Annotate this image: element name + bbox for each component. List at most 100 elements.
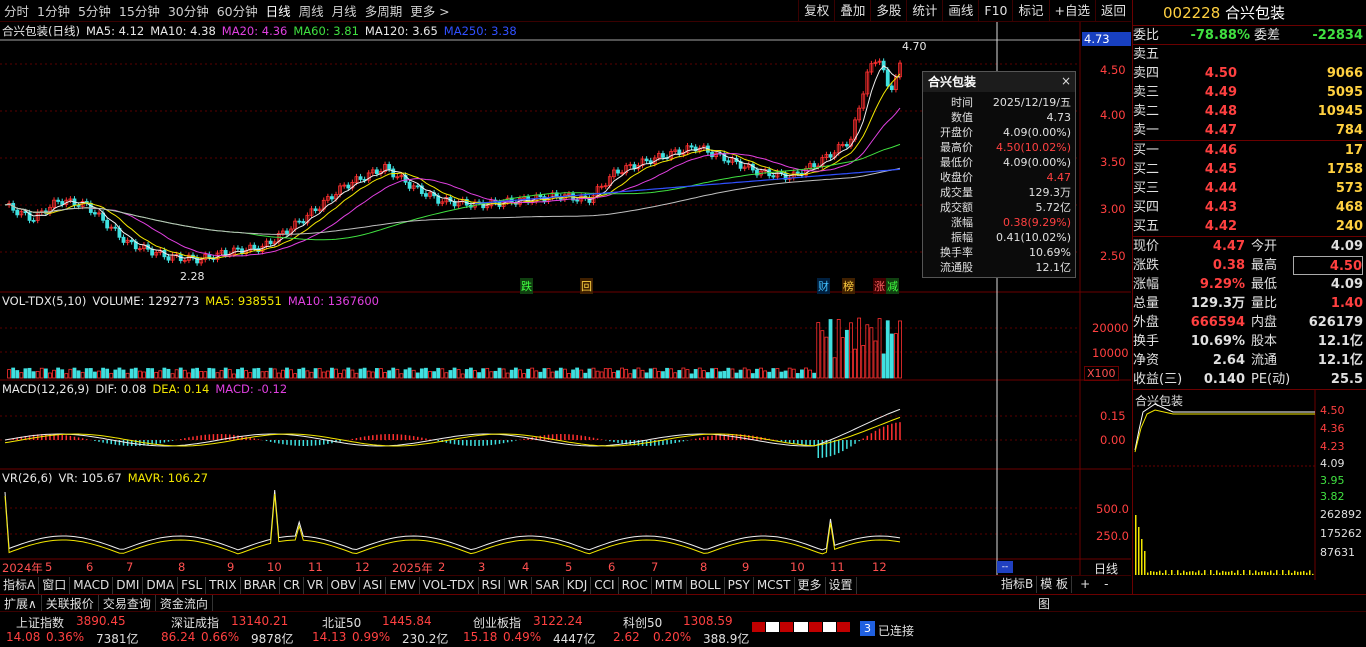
indicator-tab[interactable]: EMV (386, 576, 420, 594)
indicator-tab[interactable]: DMA (143, 576, 179, 594)
indicator-tab[interactable]: OBV (328, 576, 361, 594)
event-tag[interactable]: 回 (580, 278, 593, 294)
indicator-b-tab[interactable]: 指标B (998, 576, 1038, 593)
date-axis-label: 3 (478, 560, 486, 574)
indicator-tab[interactable]: ROC (619, 576, 652, 594)
event-tag[interactable]: 跌 (520, 278, 533, 294)
mini-volume-bar (1228, 571, 1230, 575)
volume-bar (583, 372, 588, 379)
indicator-tab[interactable]: TRIX (206, 576, 241, 594)
event-tag[interactable]: 财 (817, 278, 830, 294)
bid-level-row[interactable]: 买五 4.42 240 (1133, 217, 1366, 236)
event-tag[interactable]: 榜 (842, 278, 855, 294)
stats-button[interactable]: 统计 (906, 0, 942, 22)
indicator-tab[interactable]: BOLL (687, 576, 725, 594)
period-tab[interactable]: 15分钟 (115, 1, 164, 20)
event-tag[interactable]: 减 (886, 278, 899, 294)
ask-level-row[interactable]: 卖五 (1133, 45, 1366, 64)
indicator-tab[interactable]: MACD (70, 576, 114, 594)
volume-bar (665, 367, 669, 379)
ask-level-row[interactable]: 卖四 4.50 9066 (1133, 64, 1366, 83)
volume-bar (538, 371, 543, 379)
mark-button[interactable]: 标记 (1012, 0, 1048, 22)
indicator-tab[interactable]: FSL (178, 576, 207, 594)
vr-indicator-name[interactable]: VR(26,6) (2, 471, 52, 485)
period-tab[interactable]: 月线 (328, 1, 361, 20)
candle-body (644, 158, 649, 162)
indicator-tab[interactable]: CCI (591, 576, 619, 594)
template-button[interactable]: 模 板 (1037, 576, 1073, 593)
indicator-tab[interactable]: ASI (360, 576, 387, 594)
bid-level-row[interactable]: 买三 4.44 573 (1133, 179, 1366, 198)
indicator-tab[interactable]: KDJ (564, 576, 592, 594)
indicator-tab[interactable]: MCST (754, 576, 795, 594)
macd-indicator-name[interactable]: MACD(12,26,9) (2, 382, 89, 396)
indicator-tab[interactable]: CR (280, 576, 304, 594)
period-tab[interactable]: 5分钟 (74, 1, 115, 20)
period-tab-daily[interactable]: 日线 (262, 1, 295, 20)
more-periods-button[interactable]: 更多 > (406, 1, 453, 20)
trade-query-tab[interactable]: 交易查询 (99, 594, 156, 612)
volume-bar (460, 373, 465, 379)
partial-tab[interactable]: 图 (1034, 595, 1054, 612)
bid-level-row[interactable]: 买二 4.45 1758 (1133, 160, 1366, 179)
indicator-tab[interactable]: BRAR (241, 576, 281, 594)
period-tab[interactable]: 1分钟 (33, 1, 74, 20)
draw-line-button[interactable]: 画线 (942, 0, 978, 22)
indicator-tab[interactable]: MTM (652, 576, 687, 594)
period-tab[interactable]: 60分钟 (213, 1, 262, 20)
indicator-tab[interactable]: SAR (532, 576, 564, 594)
volume-bar (881, 353, 886, 379)
multi-stock-button[interactable]: 多股 (870, 0, 906, 22)
connection-status[interactable]: 已连接 (878, 622, 914, 639)
indicator-tab[interactable]: VOL-TDX (420, 576, 479, 594)
popup-row-open: 开盘价 4.09(0.00%) (940, 126, 1071, 139)
indicator-tab[interactable]: 指标A (0, 576, 40, 594)
volume-bar (199, 371, 204, 379)
bid-level-row[interactable]: 买一 4.46 17 (1133, 141, 1366, 160)
indicator-tab[interactable]: DMI (113, 576, 144, 594)
ask-level-row[interactable]: 卖一 4.47 784 (1133, 121, 1366, 140)
indicator-tab[interactable]: VR (304, 576, 328, 594)
overlay-button[interactable]: 叠加 (834, 0, 870, 22)
mini-volume-bar (1168, 574, 1170, 575)
more-indicators-button[interactable]: 更多 (795, 576, 826, 594)
volume-bar (338, 372, 343, 379)
indicator-tab[interactable]: 窗口 (39, 576, 71, 594)
fuquan-button[interactable]: 复权 (798, 0, 834, 22)
volume-bar (7, 369, 11, 379)
period-tab[interactable]: 周线 (295, 1, 328, 20)
volume-bar (477, 372, 481, 379)
expand-button[interactable]: 扩展∧ (0, 594, 42, 612)
date-axis-label: 7 (126, 560, 134, 574)
indicator-tab[interactable]: WR (505, 576, 533, 594)
popup-row-float: 流通股 12.1亿 (940, 261, 1071, 274)
index-change: 14.13 (312, 630, 347, 644)
event-tag[interactable]: 涨 (873, 278, 886, 294)
capital-flow-tab[interactable]: 资金流向 (156, 594, 213, 612)
back-button[interactable]: 返回 (1094, 0, 1131, 22)
related-quotes-tab[interactable]: 关联报价 (42, 594, 99, 612)
f10-button[interactable]: F10 (978, 0, 1012, 22)
zoom-in-button[interactable]: + (1072, 576, 1098, 593)
vol-indicator-name[interactable]: VOL-TDX(5,10) (2, 294, 86, 308)
period-tab[interactable]: 分时 (0, 1, 33, 20)
volume-bar (334, 368, 338, 379)
zoom-out-button[interactable]: - (1098, 576, 1114, 593)
close-icon[interactable]: × (1061, 74, 1071, 88)
market-breadth-bar (752, 622, 850, 632)
ask-level-row[interactable]: 卖二 4.48 10945 (1133, 102, 1366, 121)
intraday-mini-chart[interactable]: 合兴包装 4.50 4.36 4.23 4.09 3.95 3.82 262892 17526… (1133, 390, 1366, 580)
mini-volume-bar (1258, 572, 1260, 575)
volume-bar (424, 367, 428, 379)
period-tab[interactable]: 多周期 (361, 1, 407, 20)
indicator-tab[interactable]: RSI (479, 576, 506, 594)
settings-button[interactable]: 设置 (826, 576, 857, 594)
add-watchlist-button[interactable]: +自选 (1048, 0, 1095, 22)
ask-level-row[interactable]: 卖三 4.49 5095 (1133, 83, 1366, 102)
period-tab[interactable]: 30分钟 (164, 1, 213, 20)
bid-level-row[interactable]: 买四 4.43 468 (1133, 198, 1366, 217)
volume-bar (260, 371, 265, 379)
date-axis-label: 5 (45, 560, 53, 574)
indicator-tab[interactable]: PSY (725, 576, 754, 594)
